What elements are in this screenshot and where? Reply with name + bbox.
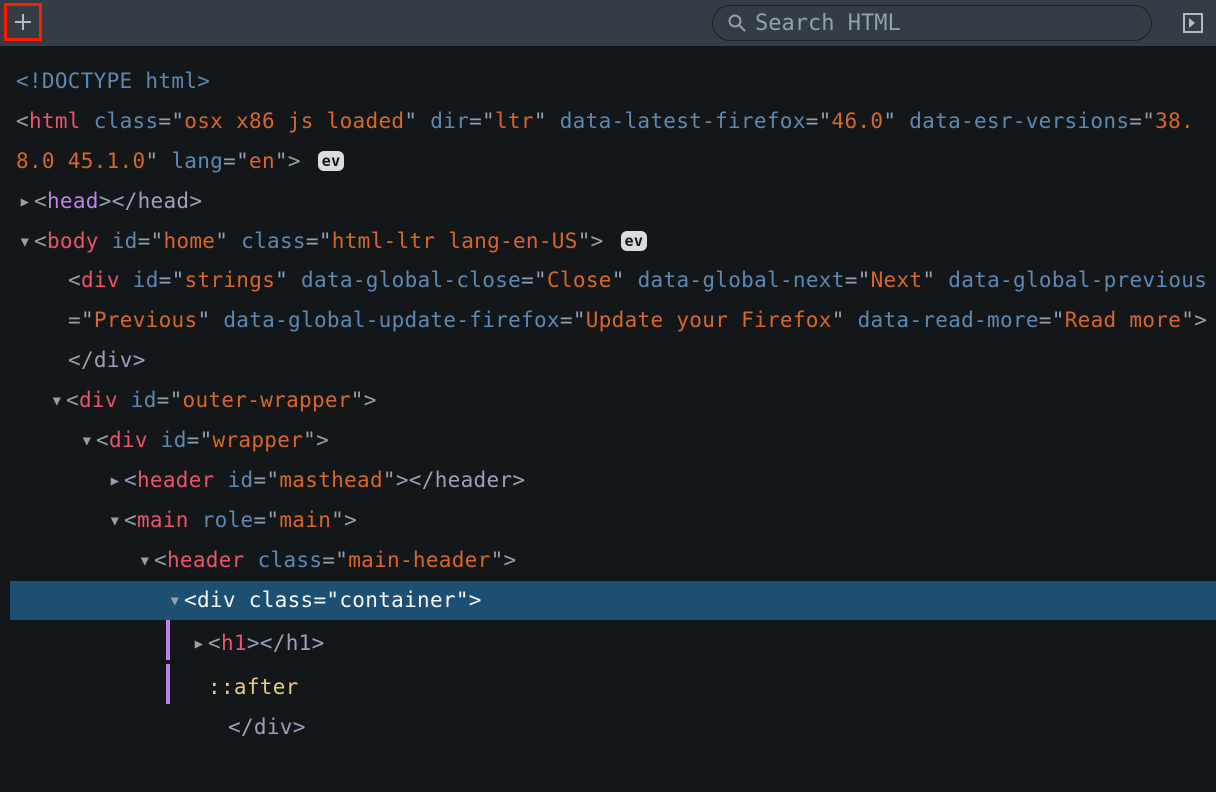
- attr-value: Next: [871, 268, 923, 292]
- search-container[interactable]: [712, 5, 1152, 41]
- attr-name: class: [94, 109, 159, 133]
- attr-value: outer-wrapper: [183, 388, 351, 412]
- attr-value: Close: [547, 268, 612, 292]
- tree-row[interactable]: <body id="home" class="html-ltr lang-en-…: [10, 222, 1216, 262]
- pseudo-element: ::after: [208, 675, 299, 699]
- attr-name: data-global-close: [301, 268, 521, 292]
- chevron-down-icon[interactable]: [48, 381, 66, 421]
- attr-name: dir: [430, 109, 469, 133]
- expand-icon: [1182, 12, 1204, 34]
- tag-name: h1: [221, 631, 247, 655]
- attr-value: strings: [185, 268, 276, 292]
- tree-row[interactable]: <head></head>: [10, 182, 1216, 222]
- chevron-down-icon[interactable]: [166, 581, 184, 621]
- expand-panel-button[interactable]: [1178, 8, 1208, 38]
- tag-name: header: [137, 468, 215, 492]
- add-node-button[interactable]: [4, 3, 42, 41]
- event-badge[interactable]: ev: [621, 231, 648, 251]
- bracket: <: [16, 109, 29, 133]
- attr-value: container: [339, 588, 456, 612]
- chevron-down-icon[interactable]: [78, 421, 96, 461]
- chevron-right-icon[interactable]: [16, 182, 34, 222]
- doctype-text: <!DOCTYPE html>: [16, 69, 210, 93]
- tag-name: div: [81, 268, 120, 292]
- attr-name: class: [241, 229, 306, 253]
- tree-row[interactable]: ::after: [10, 664, 1216, 708]
- attr-name: id: [131, 388, 157, 412]
- attr-value: masthead: [279, 468, 383, 492]
- attr-value: main-header: [348, 548, 490, 572]
- tree-row[interactable]: <div id="strings" data-global-close="Clo…: [10, 261, 1216, 381]
- tree-row[interactable]: <h1></h1>: [10, 620, 1216, 664]
- tree-row[interactable]: <html class="osx x86 js loaded" dir="ltr…: [10, 102, 1216, 182]
- chevron-down-icon[interactable]: [16, 222, 34, 262]
- attr-name: data-read-more: [858, 308, 1039, 332]
- attr-value: en: [249, 149, 275, 173]
- tree-row-selected[interactable]: <div class="container">: [10, 581, 1216, 621]
- attr-value: wrapper: [213, 428, 304, 452]
- chevron-down-icon[interactable]: [106, 501, 124, 541]
- tag-name: header: [167, 548, 245, 572]
- tree-row[interactable]: <div id="outer-wrapper">: [10, 381, 1216, 421]
- chevron-right-icon[interactable]: [106, 461, 124, 501]
- close-tag: </div>: [228, 715, 306, 739]
- attr-value: Previous: [94, 308, 198, 332]
- tree-row[interactable]: </div>: [10, 708, 1216, 748]
- attr-name: role: [202, 508, 254, 532]
- tag-name: body: [47, 229, 99, 253]
- chevron-right-icon[interactable]: [190, 624, 208, 664]
- plus-icon: [13, 12, 33, 32]
- tag-name: div: [109, 428, 148, 452]
- attr-value: osx x86 js loaded: [184, 109, 404, 133]
- attr-value: home: [163, 229, 215, 253]
- tag-name: head: [47, 189, 99, 213]
- attr-name: data-esr-versions: [909, 109, 1129, 133]
- chevron-down-icon[interactable]: [136, 541, 154, 581]
- attr-name: class: [249, 588, 314, 612]
- attr-name: id: [228, 468, 254, 492]
- indent-guide: [166, 620, 170, 660]
- attr-name: class: [258, 548, 323, 572]
- tree-row[interactable]: <header id="masthead"></header>: [10, 461, 1216, 501]
- search-icon: [727, 13, 747, 33]
- attr-value: html-ltr lang-en-US: [332, 229, 578, 253]
- attr-name: data-latest-firefox: [560, 109, 806, 133]
- attr-name: id: [161, 428, 187, 452]
- attr-name: data-global-next: [638, 268, 845, 292]
- markup-tree[interactable]: <!DOCTYPE html> <html class="osx x86 js …: [0, 46, 1216, 748]
- attr-name: data-global-update-firefox: [223, 308, 560, 332]
- search-input[interactable]: [755, 11, 1137, 36]
- event-badge[interactable]: ev: [318, 151, 345, 171]
- attr-value: ltr: [495, 109, 534, 133]
- tree-row[interactable]: <main role="main">: [10, 501, 1216, 541]
- tree-row[interactable]: <!DOCTYPE html>: [10, 62, 1216, 102]
- attr-name: id: [133, 268, 159, 292]
- attr-name: id: [112, 229, 138, 253]
- tag-name: html: [29, 109, 81, 133]
- attr-value: 46.0: [832, 109, 884, 133]
- attr-value: Read more: [1065, 308, 1182, 332]
- attr-value: Update your Firefox: [586, 308, 832, 332]
- tag-name: main: [137, 508, 189, 532]
- attr-name: lang: [171, 149, 223, 173]
- tree-row[interactable]: <header class="main-header">: [10, 541, 1216, 581]
- indent-guide: [166, 664, 170, 704]
- tag-name: div: [197, 588, 236, 612]
- attr-value: main: [279, 508, 331, 532]
- attr-name: data-global-previous: [948, 268, 1207, 292]
- tree-row[interactable]: <div id="wrapper">: [10, 421, 1216, 461]
- inspector-toolbar: [0, 0, 1216, 46]
- tag-name: div: [79, 388, 118, 412]
